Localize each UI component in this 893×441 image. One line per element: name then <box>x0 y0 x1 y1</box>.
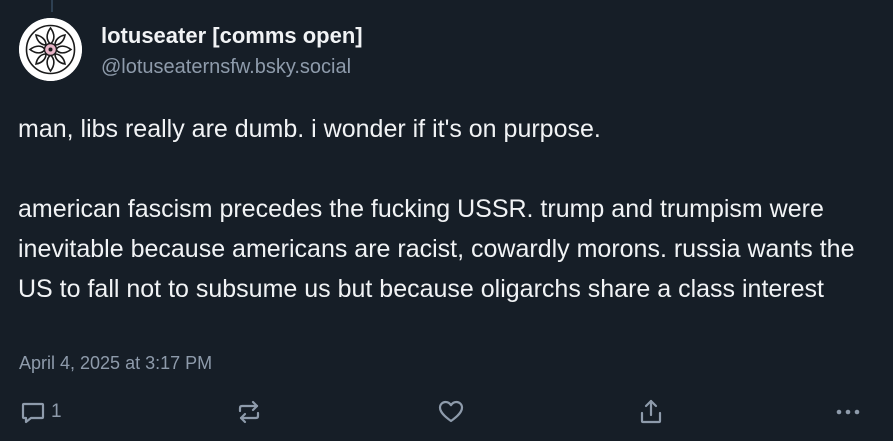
post-timestamp[interactable]: April 4, 2025 at 3:17 PM <box>19 353 212 374</box>
post-text: man, libs really are dumb. i wonder if i… <box>18 115 855 303</box>
author-display-name[interactable]: lotuseater [comms open] <box>101 23 363 49</box>
share-button[interactable] <box>637 398 665 426</box>
reply-count: 1 <box>51 401 62 422</box>
reply-button[interactable]: 1 <box>19 398 62 426</box>
reply-icon <box>21 402 45 424</box>
repost-icon <box>238 400 260 424</box>
lotus-avatar-icon <box>19 18 82 81</box>
avatar[interactable] <box>19 18 82 81</box>
share-icon <box>640 399 662 424</box>
thread-line <box>51 0 53 12</box>
more-icon <box>836 409 860 415</box>
like-icon <box>438 400 464 423</box>
repost-button[interactable] <box>234 398 264 426</box>
author-handle[interactable]: @lotuseaternsfw.bsky.social <box>101 56 351 79</box>
more-options-button[interactable] <box>834 398 862 426</box>
like-button[interactable] <box>437 398 465 426</box>
